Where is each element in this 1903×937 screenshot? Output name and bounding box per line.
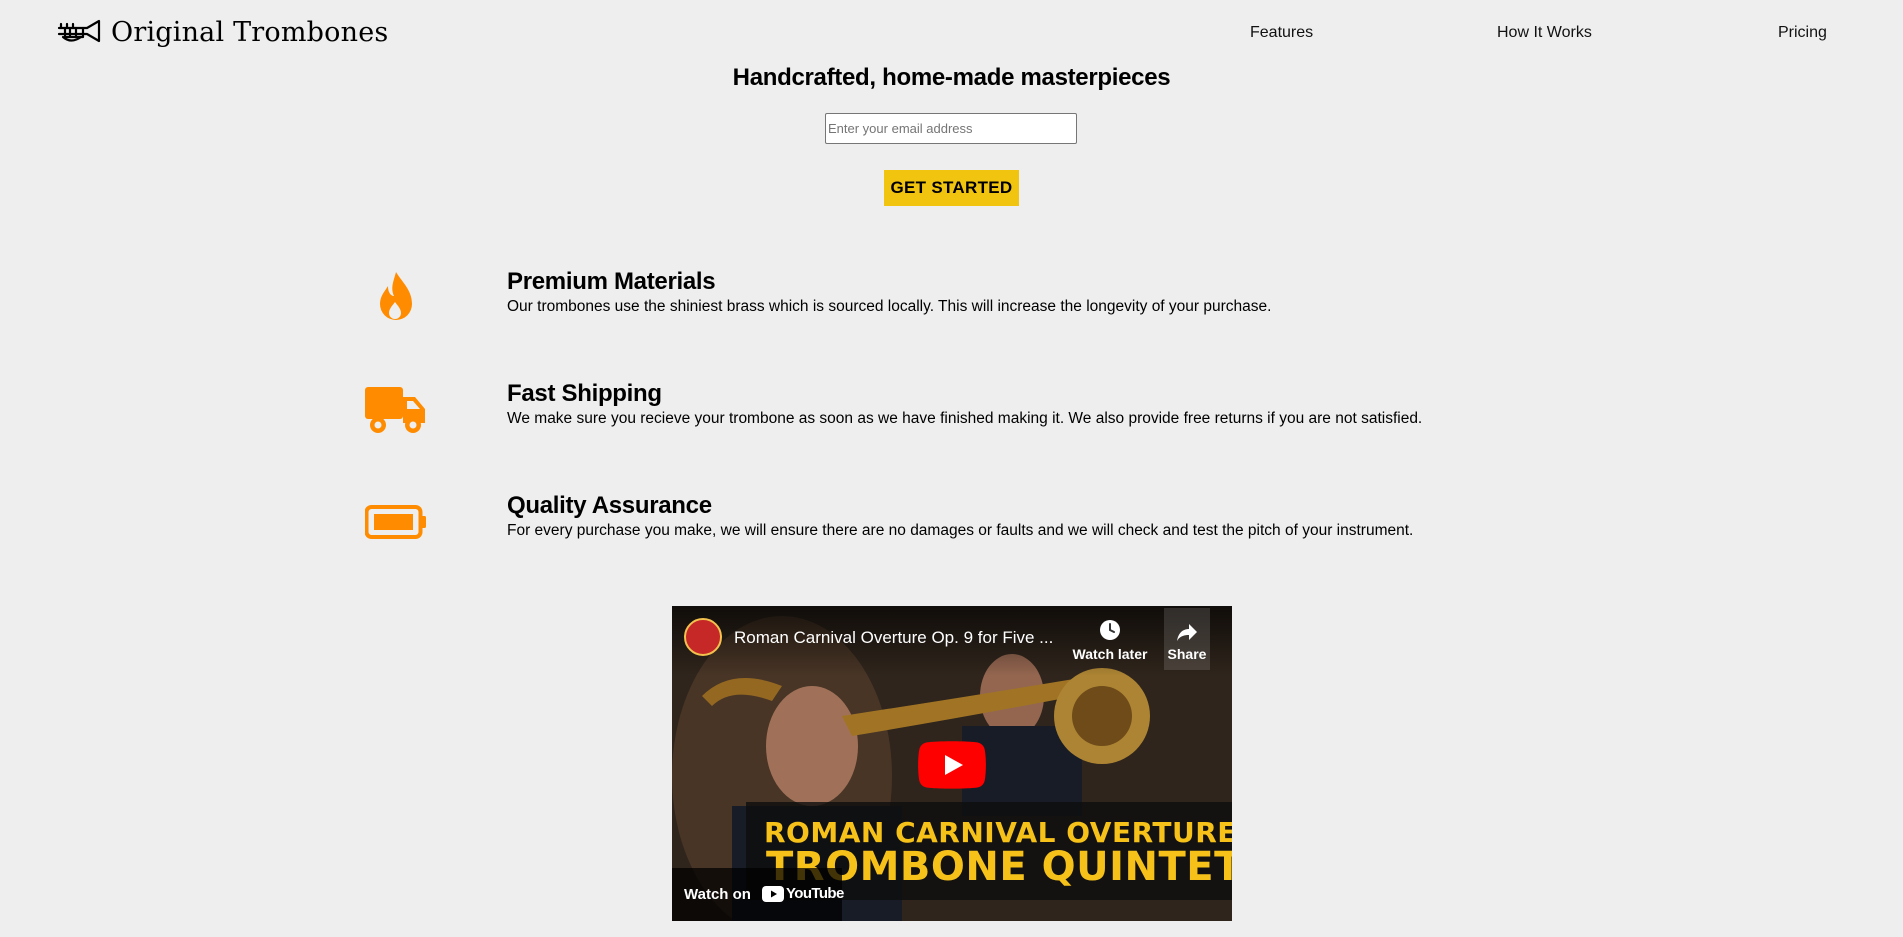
feature-quality-assurance: Quality Assurance For every purchase you… [360,492,1560,562]
youtube-logo: YouTube [762,885,844,902]
channel-avatar[interactable] [684,618,722,656]
video-title[interactable]: Roman Carnival Overture Op. 9 for Five .… [734,628,1053,648]
feature-description: For every purchase you make, we will ens… [507,522,1414,539]
nav-link-how-it-works[interactable]: How It Works [1497,24,1592,42]
hero-title: Handcrafted, home-made masterpieces [732,64,1171,91]
share-label: Share [1167,646,1207,662]
watch-later-label: Watch later [1072,646,1148,662]
share-icon [1177,624,1197,641]
brand-logo[interactable]: Original Trombones [57,14,388,50]
clock-icon [1100,620,1120,640]
feature-description: Our trombones use the shiniest brass whi… [507,298,1272,315]
feature-premium-materials: Premium Materials Our trombones use the … [360,268,1560,338]
feature-fast-shipping: Fast Shipping We make sure you recieve y… [360,380,1560,450]
video-embed[interactable]: Roman Carnival Overture Op. 9 for Five .… [672,606,1232,921]
watch-on-label: Watch on [684,886,751,903]
trumpet-icon [57,19,101,43]
nav-link-features[interactable]: Features [1250,24,1313,42]
get-started-button[interactable]: GET STARTED [884,170,1019,206]
play-icon[interactable] [918,741,986,789]
youtube-wordmark: YouTube [786,885,844,902]
site-header: Original Trombones Features How It Works… [0,0,1903,66]
feature-description: We make sure you recieve your trombone a… [507,410,1423,427]
fire-icon [360,268,432,328]
feature-title: Fast Shipping [507,380,662,407]
email-input[interactable] [825,113,1077,144]
watch-on-youtube-button[interactable]: Watch on YouTube [672,868,844,921]
youtube-icon [762,885,784,902]
nav-link-pricing[interactable]: Pricing [1778,24,1827,42]
feature-title: Quality Assurance [507,492,712,519]
brand-name: Original Trombones [111,16,389,48]
watch-later-button[interactable]: Watch later [1070,618,1150,662]
truck-icon [360,380,432,440]
share-button[interactable]: Share [1164,608,1210,670]
battery-icon [360,492,432,552]
feature-title: Premium Materials [507,268,716,295]
